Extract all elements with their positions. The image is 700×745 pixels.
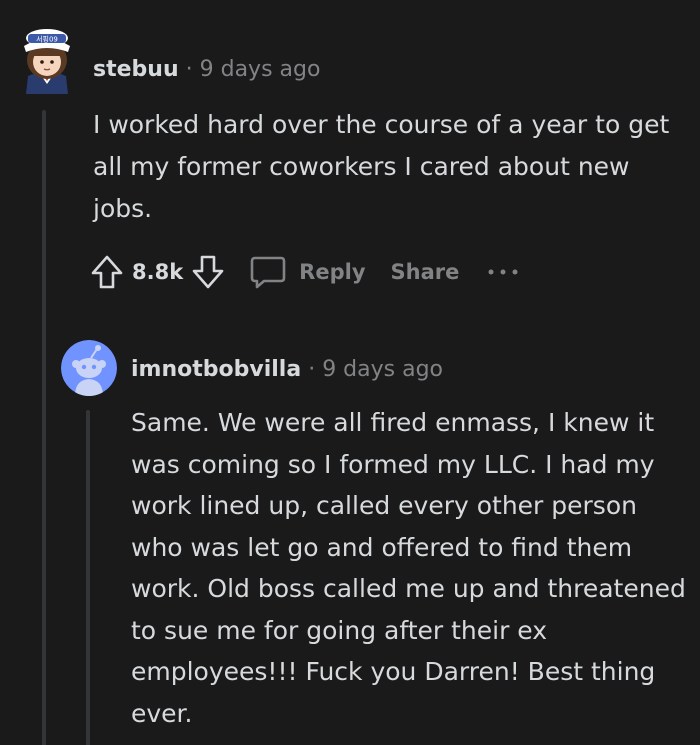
vote-score: 8.8k [132, 260, 184, 284]
reply-meta: imnotbobvilla · 9 days ago [131, 356, 443, 384]
reply-button[interactable]: Reply [249, 254, 366, 290]
meta-separator: · [308, 357, 316, 382]
meta-separator: · [185, 57, 193, 82]
reply-username[interactable]: imnotbobvilla [131, 357, 301, 382]
reply-thread-collapse-line[interactable] [86, 410, 90, 745]
comment-icon [250, 256, 286, 289]
upvote-button[interactable] [90, 254, 124, 290]
comment-meta: stebuu · 9 days ago [93, 56, 320, 84]
comment-timestamp[interactable]: 9 days ago [200, 57, 321, 82]
user-avatar[interactable]: 서핑09 [18, 24, 76, 94]
downvote-button[interactable] [191, 254, 225, 290]
reply-timestamp[interactable]: 9 days ago [322, 357, 443, 382]
sailor-avatar-icon: 서핑09 [24, 29, 70, 94]
more-icon [488, 269, 518, 275]
thread-collapse-line[interactable] [42, 110, 46, 745]
reply-user-avatar[interactable] [61, 340, 117, 396]
more-options-button[interactable] [487, 267, 519, 277]
reply-body: Same. We were all fired enmass, I knew i… [131, 408, 686, 728]
share-button[interactable]: Share [391, 260, 460, 284]
comment-thread: 서핑09 stebuu · 9 days ago I worked hard ove… [0, 0, 700, 745]
comment-body: I worked hard over the course of a year … [93, 110, 670, 223]
avatar-badge-text: 서핑09 [36, 35, 58, 44]
comment-actions: 8.8k Reply Share [90, 252, 519, 292]
upvote-icon [91, 255, 123, 289]
snoo-avatar-icon [61, 340, 117, 396]
downvote-icon [192, 255, 224, 289]
reply-label: Reply [299, 260, 366, 284]
comment-username[interactable]: stebuu [93, 57, 179, 82]
